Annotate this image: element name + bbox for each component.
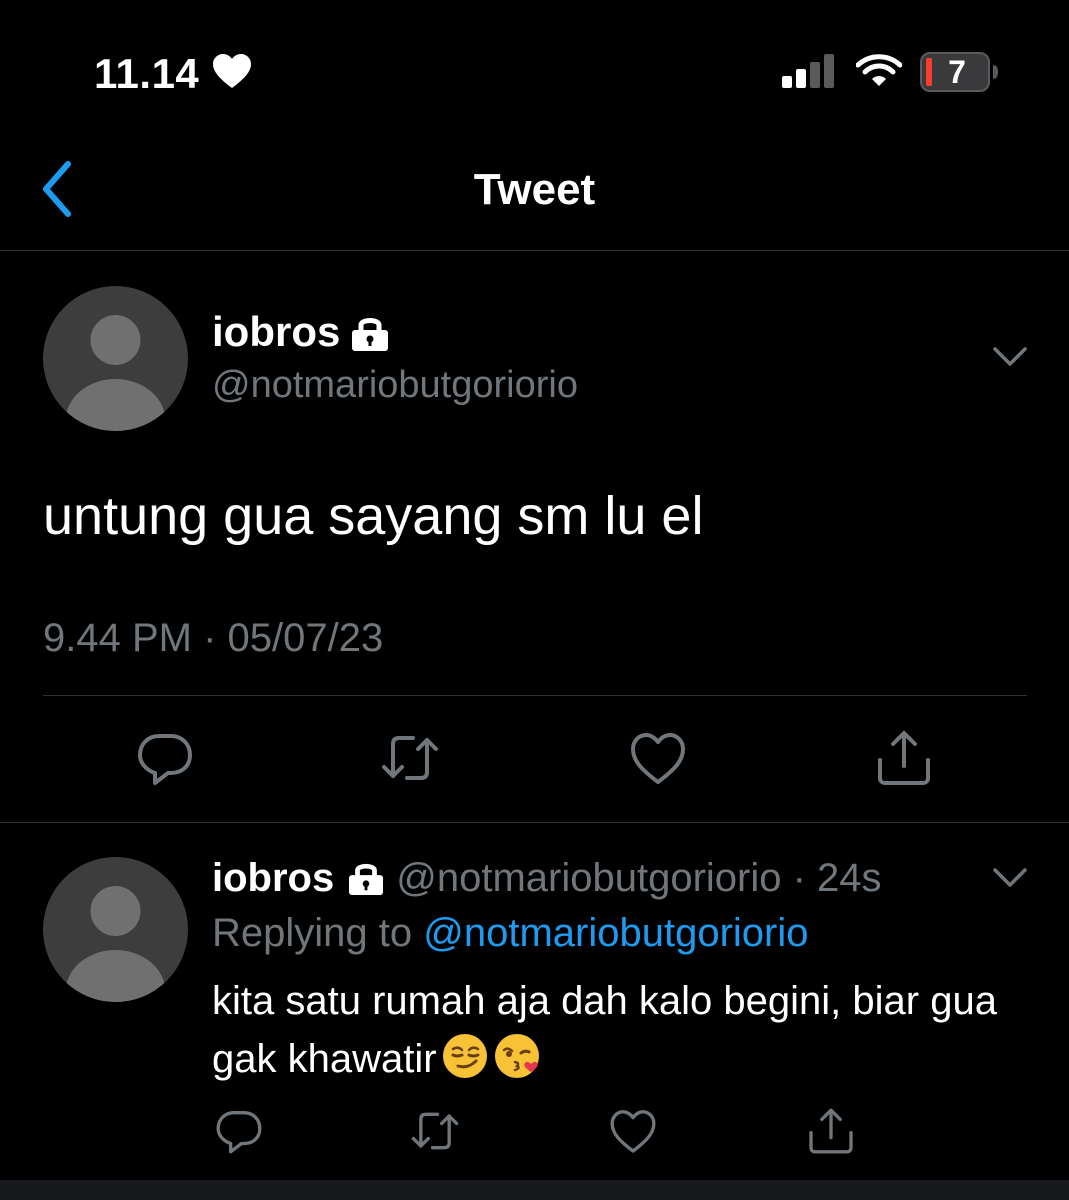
reply-display-name[interactable]: iobros [212, 856, 334, 900]
share-icon[interactable] [806, 1106, 856, 1156]
handle[interactable]: @notmariobutgoriorio [212, 360, 578, 410]
lock-icon [352, 318, 388, 351]
tweet-text: untung gua sayang sm lu el [43, 486, 704, 546]
like-icon[interactable] [608, 1106, 658, 1156]
avatar[interactable] [43, 286, 188, 431]
retweet-icon[interactable] [410, 1106, 460, 1156]
default-avatar-icon [65, 315, 166, 431]
battery-level: 7 [948, 54, 966, 90]
smirk-emoji [441, 1032, 489, 1080]
display-name[interactable]: iobros [212, 306, 340, 358]
reply-icon[interactable] [135, 728, 195, 788]
status-time: 11.14 [94, 50, 200, 97]
section-divider [0, 822, 1069, 823]
bottom-bar [0, 1180, 1069, 1200]
default-avatar-icon [65, 886, 166, 1002]
like-icon[interactable] [628, 728, 688, 788]
kiss-emoji [493, 1032, 541, 1080]
replying-to: Replying to @notmariobutgoriorio [212, 906, 808, 960]
signal-icon [782, 54, 834, 88]
heart-icon [213, 54, 251, 88]
share-icon[interactable] [874, 728, 934, 788]
page-title: Tweet [473, 165, 596, 214]
divider [43, 695, 1027, 696]
chevron-down-icon[interactable] [992, 866, 1028, 890]
wifi-icon [856, 54, 902, 86]
replying-handle-link[interactable]: @notmariobutgoriorio [423, 911, 808, 955]
reply-avatar[interactable] [43, 857, 188, 1002]
replying-prefix: Replying to [212, 911, 424, 955]
retweet-icon[interactable] [380, 728, 440, 788]
chevron-down-icon[interactable] [992, 345, 1028, 369]
lock-icon [346, 861, 386, 895]
header-divider [0, 250, 1069, 251]
reply-handle-time[interactable]: @notmariobutgoriorio · 24s [396, 856, 881, 900]
tweet-timestamp: 9.44 PM · 05/07/23 [43, 616, 384, 660]
reply-tweet-text: kita satu rumah aja dah kalo begini, bia… [212, 979, 997, 1081]
reply-text-block: kita satu rumah aja dah kalo begini, bia… [212, 972, 1032, 1088]
reply-header: iobros @notmariobutgoriorio · 24s [212, 850, 882, 906]
reply-icon[interactable] [214, 1106, 264, 1156]
